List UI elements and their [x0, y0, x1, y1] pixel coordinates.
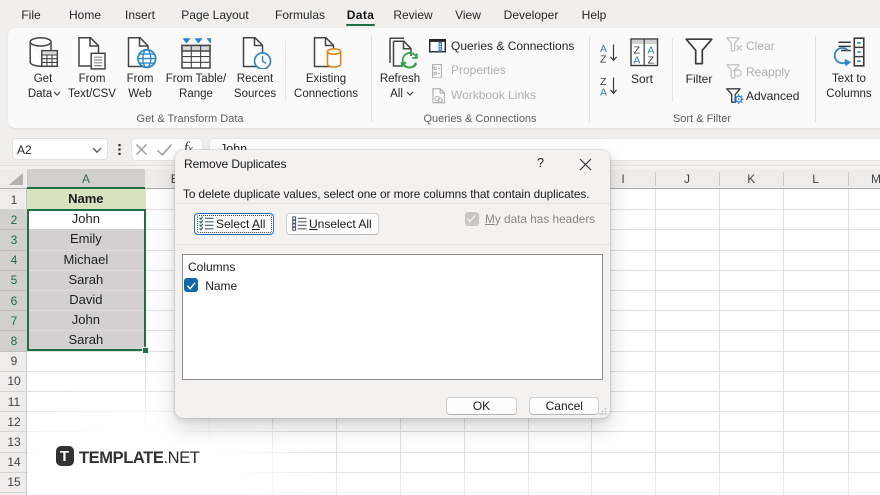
- svg-text:Z: Z: [648, 55, 655, 67]
- svg-text:A: A: [600, 87, 607, 98]
- svg-text:Z: Z: [600, 54, 607, 65]
- svg-text:A: A: [633, 55, 640, 67]
